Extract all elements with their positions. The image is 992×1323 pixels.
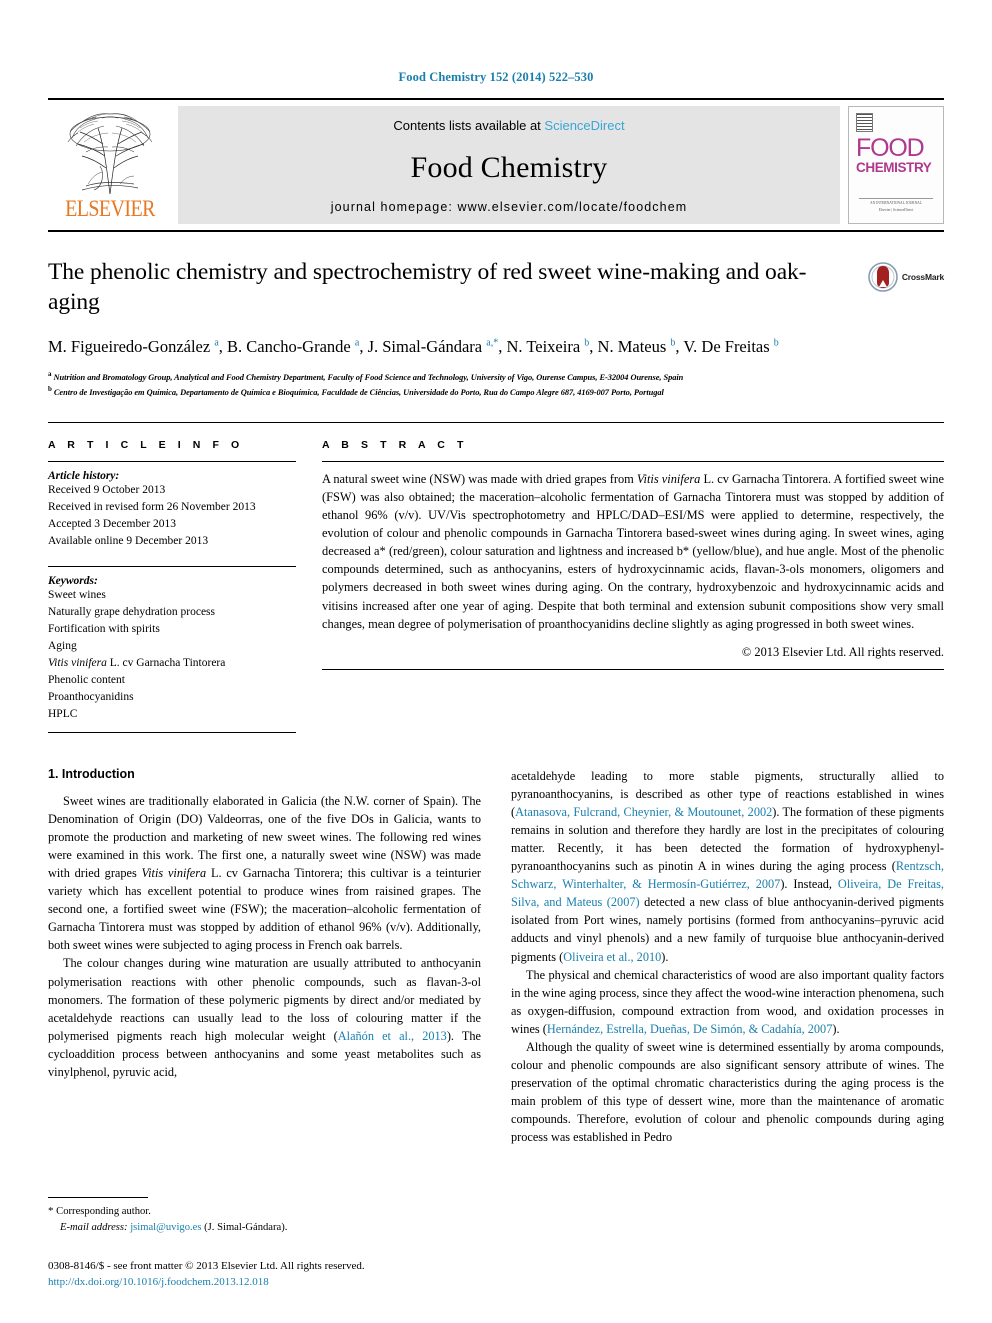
- contents-available-line: Contents lists available at ScienceDirec…: [393, 118, 624, 133]
- footnote-corresponding-label: Corresponding author.: [56, 1206, 151, 1218]
- corresponding-author-footnote: * Corresponding author. E-mail address: …: [48, 1197, 480, 1235]
- keywords-rule: [48, 565, 296, 567]
- keyword-item: Fortification with spirits: [48, 622, 160, 635]
- email-owner: (J. Simal-Gándara).: [204, 1221, 288, 1233]
- footnote-corresponding-line: * Corresponding author.: [48, 1204, 480, 1220]
- keyword-item: Aging: [48, 639, 77, 652]
- cover-footer-line2: Elsevier | ScienceDirect: [878, 207, 914, 212]
- history-item: Accepted 3 December 2013: [48, 517, 177, 530]
- title-block: The phenolic chemistry and spectrochemis…: [48, 258, 944, 318]
- article-info-rule: [48, 460, 296, 462]
- journal-banner: Contents lists available at ScienceDirec…: [178, 106, 840, 224]
- keyword-item: Phenolic content: [48, 673, 125, 686]
- running-head: Food Chemistry 152 (2014) 522–530: [398, 70, 594, 84]
- abstract-text: A natural sweet wine (NSW) was made with…: [322, 471, 944, 631]
- abstract-column: A B S T R A C T A natural sweet wine (NS…: [322, 439, 944, 733]
- page-footer: 0308-8146/$ - see front matter © 2013 El…: [48, 1259, 488, 1291]
- journal-homepage[interactable]: journal homepage: www.elsevier.com/locat…: [331, 200, 688, 214]
- article-info-column: A R T I C L E I N F O Article history: R…: [48, 439, 296, 733]
- info-abstract-section: A R T I C L E I N F O Article history: R…: [48, 421, 944, 733]
- elsevier-tree-icon: [67, 113, 153, 195]
- article-history-label: Article history:: [48, 469, 120, 482]
- footnote-asterisk: *: [48, 1205, 54, 1218]
- affiliation-b-text: Centro de Investigação em Química, Depar…: [53, 388, 664, 398]
- keywords-list: Sweet wines Naturally grape dehydration …: [48, 587, 296, 723]
- author-list: M. Figueiredo-González a, B. Cancho-Gran…: [48, 337, 779, 356]
- crossmark-badge[interactable]: CrossMark: [868, 262, 944, 292]
- article-info-heading: A R T I C L E I N F O: [48, 438, 244, 451]
- email-address-label: E-mail address:: [60, 1221, 128, 1233]
- keywords-label: Keywords:: [48, 574, 98, 587]
- paragraph: The physical and chemical characteristic…: [511, 967, 944, 1036]
- section-heading-introduction: 1. Introduction: [48, 766, 135, 781]
- history-item: Received 9 October 2013: [48, 483, 166, 496]
- keyword-item: HPLC: [48, 707, 78, 720]
- keyword-item: Proanthocyanidins: [48, 690, 134, 703]
- journal-cover-thumbnail: FOOD CHEMISTRY AN INTERNATIONAL JOURNAL …: [848, 106, 944, 224]
- body-column-right: acetaldehyde leading to more stable pigm…: [511, 767, 944, 1146]
- cover-publisher-icon: [856, 113, 873, 132]
- history-item: Available online 9 December 2013: [48, 534, 209, 547]
- cover-footer-text: AN INTERNATIONAL JOURNAL Elsevier | Scie…: [849, 200, 943, 214]
- abstract-copyright: © 2013 Elsevier Ltd. All rights reserved…: [741, 644, 944, 659]
- footnote-divider: [48, 1197, 148, 1199]
- body-columns: 1. Introduction Sweet wines are traditio…: [48, 767, 944, 1146]
- affiliations: a Nutrition and Bromatology Group, Analy…: [48, 369, 944, 400]
- doi-link[interactable]: http://dx.doi.org/10.1016/j.foodchem.201…: [48, 1275, 488, 1291]
- cover-title-chemistry: CHEMISTRY: [856, 160, 932, 175]
- footnote-text: * Corresponding author. E-mail address: …: [48, 1204, 480, 1235]
- footnote-email-line: E-mail address: jsimal@uvigo.es (J. Sima…: [48, 1220, 480, 1235]
- paragraph: acetaldehyde leading to more stable pigm…: [511, 768, 944, 964]
- paragraph: Sweet wines are traditionally elaborated…: [48, 793, 481, 953]
- keyword-item: Naturally grape dehydration process: [48, 605, 216, 618]
- paragraph: The colour changes during wine maturatio…: [48, 956, 482, 1079]
- keyword-item-species: Vitis vinifera L. cv Garnacha Tintorera: [48, 656, 226, 669]
- body-column-left: 1. Introduction Sweet wines are traditio…: [48, 767, 481, 1146]
- journal-title: Food Chemistry: [410, 150, 608, 184]
- issn-copyright-line: 0308-8146/$ - see front matter © 2013 El…: [48, 1260, 365, 1273]
- crossmark-label: CrossMark: [901, 272, 944, 282]
- affiliation-a-text: Nutrition and Bromatology Group, Analyti…: [53, 372, 684, 382]
- email-link[interactable]: jsimal@uvigo.es: [130, 1222, 201, 1233]
- abstract-bottom-rule: [322, 668, 944, 670]
- abstract-rule: [322, 460, 944, 462]
- cover-title-food: FOOD: [856, 134, 925, 162]
- elsevier-wordmark: ELSEVIER: [65, 196, 155, 222]
- sciencedirect-link[interactable]: ScienceDirect: [544, 118, 624, 133]
- journal-masthead: ELSEVIER Contents lists available at Sci…: [48, 98, 944, 232]
- page-title: The phenolic chemistry and spectrochemis…: [48, 259, 807, 315]
- contents-prefix: Contents lists available at: [393, 118, 545, 133]
- elsevier-logo: ELSEVIER: [48, 106, 172, 224]
- keyword-item: Sweet wines: [48, 588, 106, 601]
- affiliation-b: b Centro de Investigação em Química, Dep…: [48, 385, 664, 398]
- affiliation-a: a Nutrition and Bromatology Group, Analy…: [48, 369, 684, 382]
- article-history-list: Received 9 October 2013 Received in revi…: [48, 482, 296, 550]
- paragraph: Although the quality of sweet wine is de…: [511, 1039, 944, 1145]
- article-info-bottom-rule: [48, 731, 296, 733]
- crossmark-icon: [868, 262, 898, 292]
- article-page: Food Chemistry 152 (2014) 522–530 ELSEVI…: [0, 0, 992, 1323]
- abstract-heading: A B S T R A C T: [322, 438, 468, 451]
- history-item: Received in revised form 26 November 201…: [48, 500, 256, 513]
- cover-footer-line1: AN INTERNATIONAL JOURNAL: [870, 200, 922, 205]
